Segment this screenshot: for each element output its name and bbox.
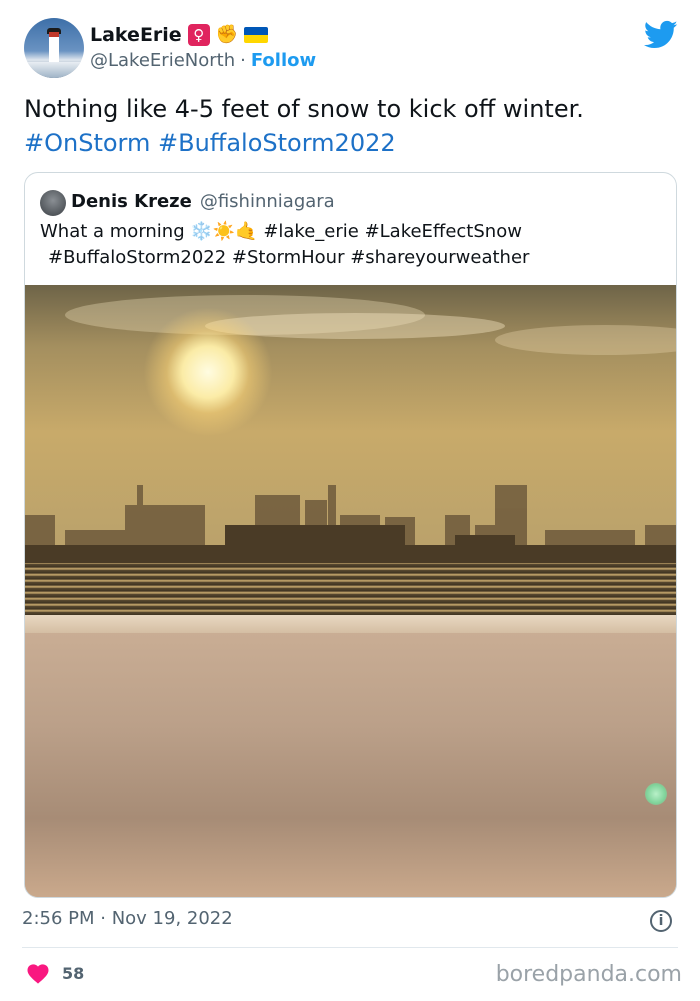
quoted-tweet[interactable]: Denis Kreze @fishinniagara What a mornin… — [24, 172, 677, 898]
female-sign-badge: ♀ — [187, 24, 210, 46]
ukraine-flag-icon — [243, 27, 268, 43]
snow-bank — [25, 633, 676, 897]
city-skyline — [25, 485, 676, 565]
cloud — [495, 325, 676, 355]
like-row[interactable]: 58 — [26, 962, 84, 984]
author-handle-row: @LakeErieNorth · Follow — [90, 50, 316, 71]
tweet-photo[interactable] — [25, 285, 676, 897]
follow-button[interactable]: Follow — [251, 50, 316, 71]
quoted-author-name[interactable]: Denis Kreze — [71, 191, 192, 212]
hashtag-link[interactable]: #BuffaloStorm2022 — [158, 129, 396, 157]
quoted-author-avatar[interactable] — [40, 190, 66, 216]
like-count: 58 — [62, 963, 85, 983]
avatar-waves — [24, 62, 84, 78]
frozen-shore — [25, 615, 676, 633]
hashtag-link[interactable]: #OnStorm — [24, 129, 150, 157]
tweet-text: Nothing like 4-5 feet of snow to kick of… — [24, 92, 664, 160]
author-display-name[interactable]: LakeErie — [90, 24, 182, 46]
quoted-tweet-text: What a morning ❄️☀️🤙 #lake_erie #LakeEff… — [40, 219, 660, 271]
tweet-timestamp[interactable]: 2:56 PM · Nov 19, 2022 — [22, 908, 233, 929]
author-handle[interactable]: @LakeErieNorth — [90, 50, 235, 71]
info-icon[interactable]: i — [650, 910, 672, 932]
lens-flare — [645, 783, 667, 805]
lighthouse-tower — [49, 32, 59, 62]
lake-water — [25, 563, 676, 615]
quoted-text-line1: What a morning ❄️☀️🤙 #lake_erie #LakeEff… — [40, 221, 522, 242]
quoted-text-line2: #BuffaloStorm2022 #StormHour #shareyourw… — [48, 247, 530, 268]
author-name-row: LakeErie ♀ ✊ — [90, 22, 268, 48]
twitter-bird-icon[interactable] — [644, 20, 678, 50]
sun — [143, 307, 273, 437]
quoted-author-row: Denis Kreze @fishinniagara — [71, 191, 335, 212]
divider — [22, 947, 678, 948]
quoted-author-handle[interactable]: @fishinniagara — [200, 191, 335, 212]
tweet-card: LakeErie ♀ ✊ @LakeErieNorth · Follow Not… — [0, 0, 700, 1001]
raised-fist-badge: ✊ — [215, 24, 239, 45]
heart-icon[interactable] — [26, 962, 50, 984]
source-watermark: boredpanda.com — [495, 962, 682, 987]
separator-dot: · — [240, 50, 246, 71]
author-avatar[interactable] — [24, 18, 84, 78]
tweet-body: Nothing like 4-5 feet of snow to kick of… — [24, 95, 584, 123]
